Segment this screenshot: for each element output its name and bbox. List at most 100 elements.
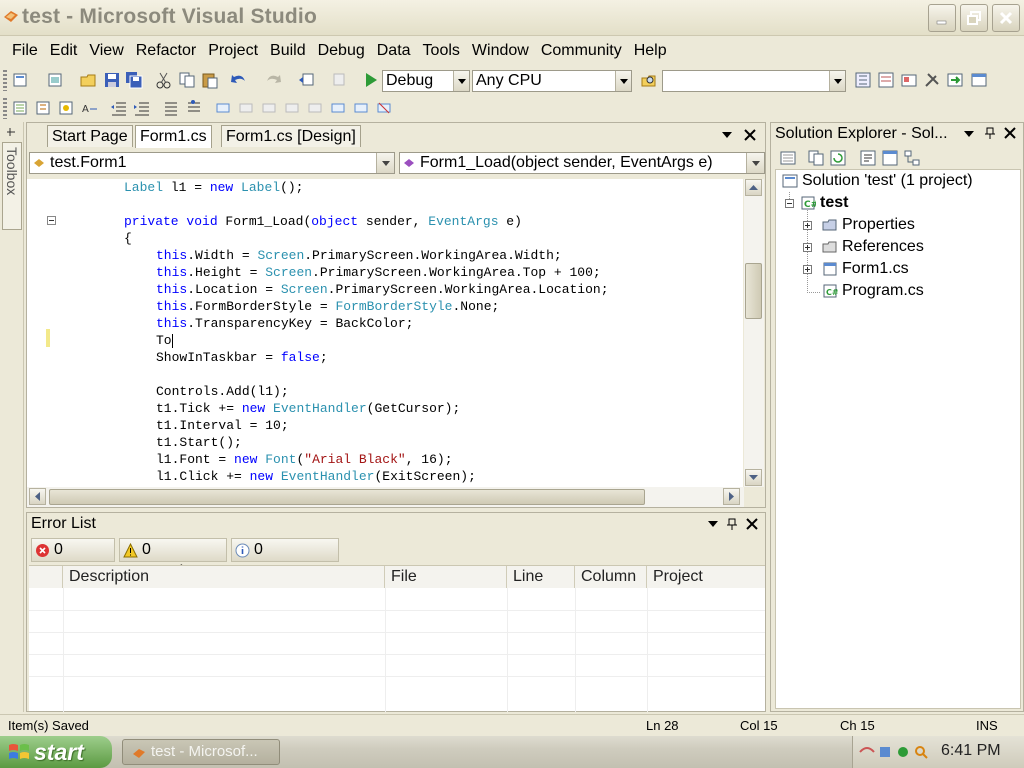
open-file-icon[interactable] (80, 71, 98, 89)
collapse-project-icon[interactable] (785, 199, 794, 208)
find-in-files-icon[interactable] (640, 71, 658, 89)
next-bookmark-in-document-icon[interactable] (352, 99, 370, 117)
clear-bookmarks-icon[interactable] (375, 99, 393, 117)
save-all-icon[interactable] (125, 71, 143, 89)
menu-build[interactable]: Build (264, 39, 312, 63)
tree-item-solution[interactable]: Solution 'test' (1 project) (782, 170, 1012, 192)
vertical-scrollbar[interactable] (744, 179, 764, 487)
close-panel-icon[interactable] (1003, 126, 1017, 140)
errors-filter-button[interactable]: 0 Errors (31, 538, 115, 580)
solution-platform-combo[interactable]: Any CPU (472, 70, 632, 92)
object-browser-icon[interactable] (900, 71, 918, 89)
increase-indent-icon[interactable] (133, 99, 151, 117)
toolbox-icon[interactable] (923, 71, 941, 89)
toolbar-grip[interactable] (3, 98, 7, 119)
code-text-area[interactable]: Label l1 = new Label(); private void For… (27, 179, 743, 487)
vertical-scroll-thumb[interactable] (745, 263, 762, 319)
tree-item-properties[interactable]: Properties (822, 214, 1012, 236)
find-combo[interactable] (662, 70, 846, 92)
tree-item-references[interactable]: References (822, 236, 1012, 258)
tab-form1-cs[interactable]: Form1.cs (135, 125, 212, 148)
close-panel-icon[interactable] (745, 517, 759, 531)
uncomment-lines-icon[interactable] (185, 99, 203, 117)
chevron-down-icon[interactable] (615, 71, 631, 91)
messages-filter-button[interactable]: 0 Messages (231, 538, 339, 580)
grid-header-description[interactable]: Description (63, 566, 385, 588)
navigate-backward-icon[interactable] (298, 71, 316, 89)
grid-header-line[interactable]: Line (507, 566, 575, 588)
add-project-icon[interactable] (12, 71, 30, 89)
refresh-icon[interactable] (829, 149, 847, 167)
navigate-forward-icon[interactable] (332, 71, 350, 89)
solution-configuration-combo[interactable]: Debug (382, 70, 470, 92)
start-debugging-icon[interactable] (362, 71, 380, 89)
grid-header-project[interactable]: Project (647, 566, 765, 588)
menu-window[interactable]: Window (466, 39, 535, 63)
quick-info-icon[interactable] (58, 99, 76, 117)
display-object-member-list-icon[interactable] (12, 99, 30, 117)
taskbar-item-visual-studio[interactable]: test - Microsof... (122, 739, 280, 765)
redo-icon[interactable] (264, 71, 282, 89)
toolbox-tab[interactable]: Toolbox (2, 142, 22, 230)
error-list-grid[interactable]: Description File Line Column Project (29, 565, 765, 712)
menu-tools[interactable]: Tools (417, 39, 466, 63)
complete-word-icon[interactable]: A (81, 99, 99, 117)
expand-properties-icon[interactable] (803, 221, 812, 230)
scroll-left-button[interactable] (29, 488, 46, 505)
view-designer-icon[interactable] (881, 149, 899, 167)
solution-tree[interactable]: Solution 'test' (1 project) C# test Prop… (775, 169, 1021, 709)
expand-form1-icon[interactable] (803, 265, 812, 274)
view-class-diagram-icon[interactable] (903, 149, 921, 167)
restore-button[interactable] (960, 4, 988, 32)
tab-start-page[interactable]: Start Page (47, 125, 133, 147)
solution-explorer-icon[interactable] (854, 71, 872, 89)
search-icon[interactable] (913, 744, 929, 760)
expand-references-icon[interactable] (803, 243, 812, 252)
types-combo[interactable]: test.Form1 (29, 152, 395, 174)
collapse-region-icon[interactable] (47, 216, 56, 225)
network-icon[interactable] (859, 744, 875, 760)
previous-bookmark-icon[interactable] (237, 99, 255, 117)
comment-lines-icon[interactable] (162, 99, 180, 117)
chevron-down-icon[interactable] (453, 71, 469, 91)
grid-header-blank[interactable] (29, 566, 63, 588)
start-button[interactable]: start (0, 736, 112, 768)
chevron-down-icon[interactable] (829, 71, 845, 91)
warnings-filter-button[interactable]: 0 Warnings (119, 538, 227, 580)
menu-file[interactable]: File (6, 39, 44, 63)
menu-view[interactable]: View (83, 39, 129, 63)
scroll-down-button[interactable] (745, 469, 762, 486)
auto-hide-pin-icon[interactable] (725, 517, 739, 531)
window-position-chevron-icon[interactable] (963, 129, 975, 139)
menu-community[interactable]: Community (535, 39, 628, 63)
properties-icon[interactable] (779, 149, 797, 167)
minimize-button[interactable] (928, 4, 956, 32)
close-window-button[interactable] (992, 4, 1020, 32)
horizontal-scroll-thumb[interactable] (49, 489, 645, 505)
tree-item-project[interactable]: C# test (800, 192, 1010, 214)
active-files-chevron-icon[interactable] (721, 130, 733, 140)
members-combo[interactable]: Form1_Load(object sender, EventArgs e) (399, 152, 765, 174)
window-position-chevron-icon[interactable] (707, 519, 719, 529)
window-layout-icon[interactable] (970, 71, 988, 89)
toolbar-grip[interactable] (3, 70, 7, 91)
toggle-bookmark-icon[interactable] (214, 99, 232, 117)
show-all-files-icon[interactable] (807, 149, 825, 167)
decrease-indent-icon[interactable] (110, 99, 128, 117)
tab-form1-design[interactable]: Form1.cs [Design] (221, 125, 361, 147)
scroll-right-button[interactable] (723, 488, 740, 505)
chevron-down-icon[interactable] (746, 153, 764, 173)
chevron-down-icon[interactable] (376, 153, 394, 173)
grid-header-column[interactable]: Column (575, 566, 647, 588)
paste-icon[interactable] (201, 71, 219, 89)
parameter-info-icon[interactable] (35, 99, 53, 117)
menu-data[interactable]: Data (371, 39, 417, 63)
menu-refactor[interactable]: Refactor (130, 39, 202, 63)
scroll-up-button[interactable] (745, 179, 762, 196)
security-center-icon[interactable] (877, 744, 893, 760)
menu-help[interactable]: Help (628, 39, 673, 63)
properties-window-icon[interactable] (877, 71, 895, 89)
undo-icon[interactable] (230, 71, 248, 89)
copy-icon[interactable] (178, 71, 196, 89)
auto-hide-pin-icon[interactable] (983, 126, 997, 140)
